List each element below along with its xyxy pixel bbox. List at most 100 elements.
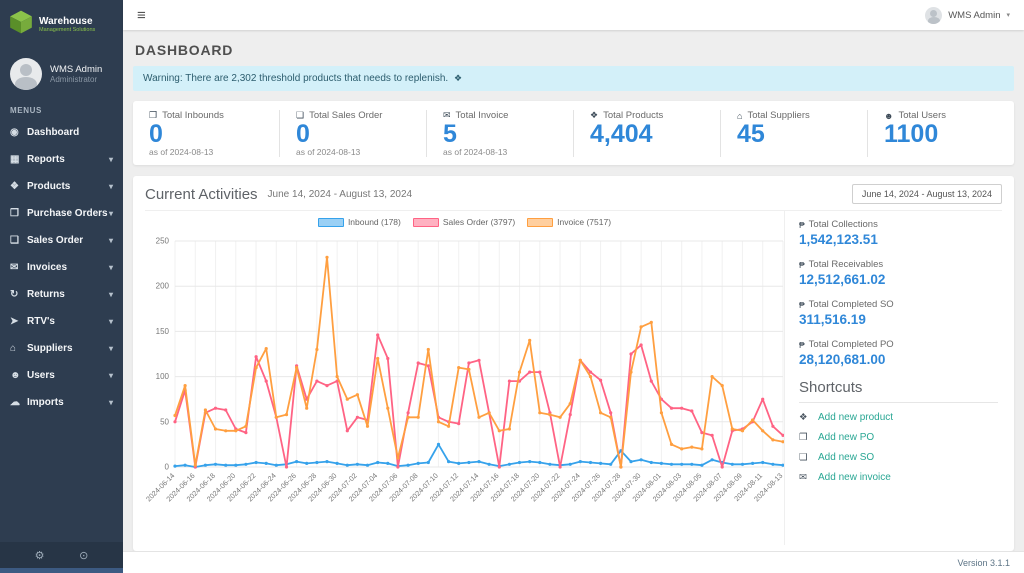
brand-cube-icon	[8, 9, 34, 40]
sidebar-item-imports[interactable]: ☁ Imports ▾	[0, 389, 123, 416]
version-label: Version 3.1.1	[957, 557, 1010, 568]
stat-value: 4,404	[590, 120, 653, 148]
legend-invoice[interactable]: Invoice (7517)	[527, 217, 611, 227]
menus-section-label: MENUS	[10, 106, 42, 115]
warning-banner: Warning: There are 2,302 threshold produ…	[133, 66, 1014, 91]
sidebar-item-purchase-orders[interactable]: ❒ Purchase Orders ▾	[0, 200, 123, 227]
sidebar-nav: ◉ Dashboard ▦ Reports ▾ ❖ Products ▾ ❒ P…	[0, 119, 123, 542]
cart-icon: ❒	[799, 432, 808, 444]
sidebar-scrollbar[interactable]	[0, 568, 123, 573]
stat-value: 1100	[884, 120, 939, 148]
chevron-down-icon: ▾	[108, 398, 113, 407]
main-area: ≡ WMS Admin ▾ DASHBOARD Warning: There a…	[123, 0, 1024, 573]
user-avatar	[925, 6, 943, 24]
sidebar-item-products[interactable]: ❖ Products ▾	[0, 173, 123, 200]
sidebar-profile: WMS Admin Administrator	[0, 50, 123, 100]
total-value: 12,512,661.02	[799, 272, 886, 288]
products-icon: ❖	[10, 181, 19, 192]
svg-text:150: 150	[156, 327, 170, 336]
sidebar-item-users[interactable]: ☻ Users ▾	[0, 362, 123, 389]
activities-date-range-text: June 14, 2024 - August 13, 2024	[267, 188, 413, 200]
stat-asof	[884, 147, 998, 157]
stat-asof: as of 2024-08-13	[443, 147, 508, 158]
svg-text:200: 200	[156, 282, 170, 291]
sidebar-item-sales-order[interactable]: ❏ Sales Order ▾	[0, 227, 123, 254]
total-value: 311,516.19	[799, 312, 866, 328]
sidebar-footer: ⚙ ⊙	[0, 542, 123, 568]
activities-header: Current Activities June 14, 2024 - Augus…	[145, 184, 1002, 212]
users-icon: ☻	[10, 370, 21, 381]
settings-icon[interactable]: ⚙	[35, 549, 45, 562]
reports-icon: ▦	[10, 154, 20, 165]
total-receivables: ₱ Total Receivables 12,512,661.02	[799, 259, 998, 287]
legend-inbound[interactable]: Inbound (178)	[317, 217, 401, 227]
dashboard-icon: ◉	[10, 127, 19, 138]
stat-total-products: ❖ Total Products 4,404	[573, 110, 720, 158]
folder-icon: ❏	[799, 452, 808, 464]
svg-text:0: 0	[165, 463, 170, 472]
chevron-down-icon: ▾	[108, 317, 113, 326]
sidebar-item-rtvs[interactable]: ➤ RTV's ▾	[0, 308, 123, 335]
user-dropdown[interactable]: WMS Admin ▾	[925, 6, 1010, 24]
stat-asof: as of 2024-08-13	[296, 147, 361, 158]
stat-value: 0	[149, 120, 163, 148]
shortcut-add-new-product[interactable]: ❖ Add new product	[799, 412, 998, 423]
brand-tagline: Management Solutions	[39, 27, 96, 33]
total-value: 28,120,681.00	[799, 352, 886, 368]
content: DASHBOARD Warning: There are 2,302 thres…	[123, 30, 1024, 551]
profile-name: WMS Admin	[50, 64, 103, 75]
topbar: ≡ WMS Admin ▾	[123, 0, 1024, 30]
legend-swatch-sales-order	[412, 217, 439, 227]
legend-swatch-inbound	[317, 217, 344, 227]
returns-icon: ↻	[10, 289, 19, 300]
shortcut-add-new-so[interactable]: ❏ Add new SO	[799, 452, 998, 463]
svg-text:250: 250	[156, 237, 170, 246]
svg-text:100: 100	[156, 372, 170, 381]
stat-total-invoice: ✉ Total Invoice 5 as of 2024-08-13	[426, 110, 573, 158]
chevron-down-icon: ▾	[108, 182, 113, 191]
sidebar-item-reports[interactable]: ▦ Reports ▾	[0, 146, 123, 173]
shortcut-add-new-invoice[interactable]: ✉ Add new invoice	[799, 472, 998, 483]
cloud-upload-icon: ☁	[10, 397, 20, 408]
hamburger-menu-icon[interactable]: ≡	[137, 7, 146, 24]
legend-swatch-invoice	[527, 217, 554, 227]
sidebar-item-suppliers[interactable]: ⌂ Suppliers ▾	[0, 335, 123, 362]
stat-asof	[737, 147, 851, 157]
legend-sales-order[interactable]: Sales Order (3797)	[412, 217, 515, 227]
building-icon: ⌂	[737, 110, 743, 121]
chevron-down-icon: ▾	[108, 236, 113, 245]
money-icon: ₱	[799, 219, 805, 230]
summary-panel: ₱ Total Collections 1,542,123.51 ₱ Total R…	[784, 211, 1002, 545]
line-chart[interactable]: 0 50 100 150 200 250 2024-06-14 2024-06-16 2024-…	[145, 229, 785, 551]
svg-text:50: 50	[160, 418, 169, 427]
activities-title: Current Activities	[145, 185, 258, 203]
sidebar: Warehouse Management Solutions WMS Admin…	[0, 0, 123, 573]
total-completed-so: ₱ Total Completed SO 311,516.19	[799, 299, 998, 327]
shortcut-add-new-po[interactable]: ❒ Add new PO	[799, 432, 998, 443]
sidebar-item-dashboard[interactable]: ◉ Dashboard	[0, 119, 123, 146]
stat-value: 0	[296, 120, 310, 148]
chart-legend: Inbound (178) Sales Order (3797) Invoice…	[145, 217, 784, 227]
stat-value: 45	[737, 120, 765, 148]
power-icon[interactable]: ⊙	[79, 549, 88, 562]
total-collections: ₱ Total Collections 1,542,123.51	[799, 219, 998, 247]
sidebar-item-invoices[interactable]: ✉ Invoices ▾	[0, 254, 123, 281]
replenish-icon: ❖	[453, 73, 463, 83]
building-icon: ⌂	[10, 343, 17, 354]
stat-total-suppliers: ⌂ Total Suppliers 45	[720, 110, 867, 158]
shipping-icon: ➤	[10, 316, 19, 327]
money-icon: ₱	[799, 299, 805, 310]
total-completed-po: ₱ Total Completed PO 28,120,681.00	[799, 339, 998, 367]
brand-logo[interactable]: Warehouse Management Solutions	[0, 0, 123, 50]
chevron-down-icon: ▾	[108, 209, 113, 218]
money-icon: ₱	[799, 339, 805, 350]
user-icon: ☻	[884, 110, 894, 121]
sidebar-item-returns[interactable]: ↻ Returns ▾	[0, 281, 123, 308]
chevron-down-icon: ▾	[1006, 12, 1010, 19]
warning-text: Warning: There are 2,302 threshold produ…	[143, 73, 449, 84]
date-range-picker-button[interactable]: June 14, 2024 - August 13, 2024	[851, 184, 1002, 205]
chevron-down-icon: ▾	[108, 344, 113, 353]
stats-card: ❒ Total Inbounds 0 as of 2024-08-13 ❏ Tota…	[133, 101, 1014, 166]
main-footer: Version 3.1.1	[123, 551, 1024, 573]
stat-asof	[590, 147, 704, 157]
